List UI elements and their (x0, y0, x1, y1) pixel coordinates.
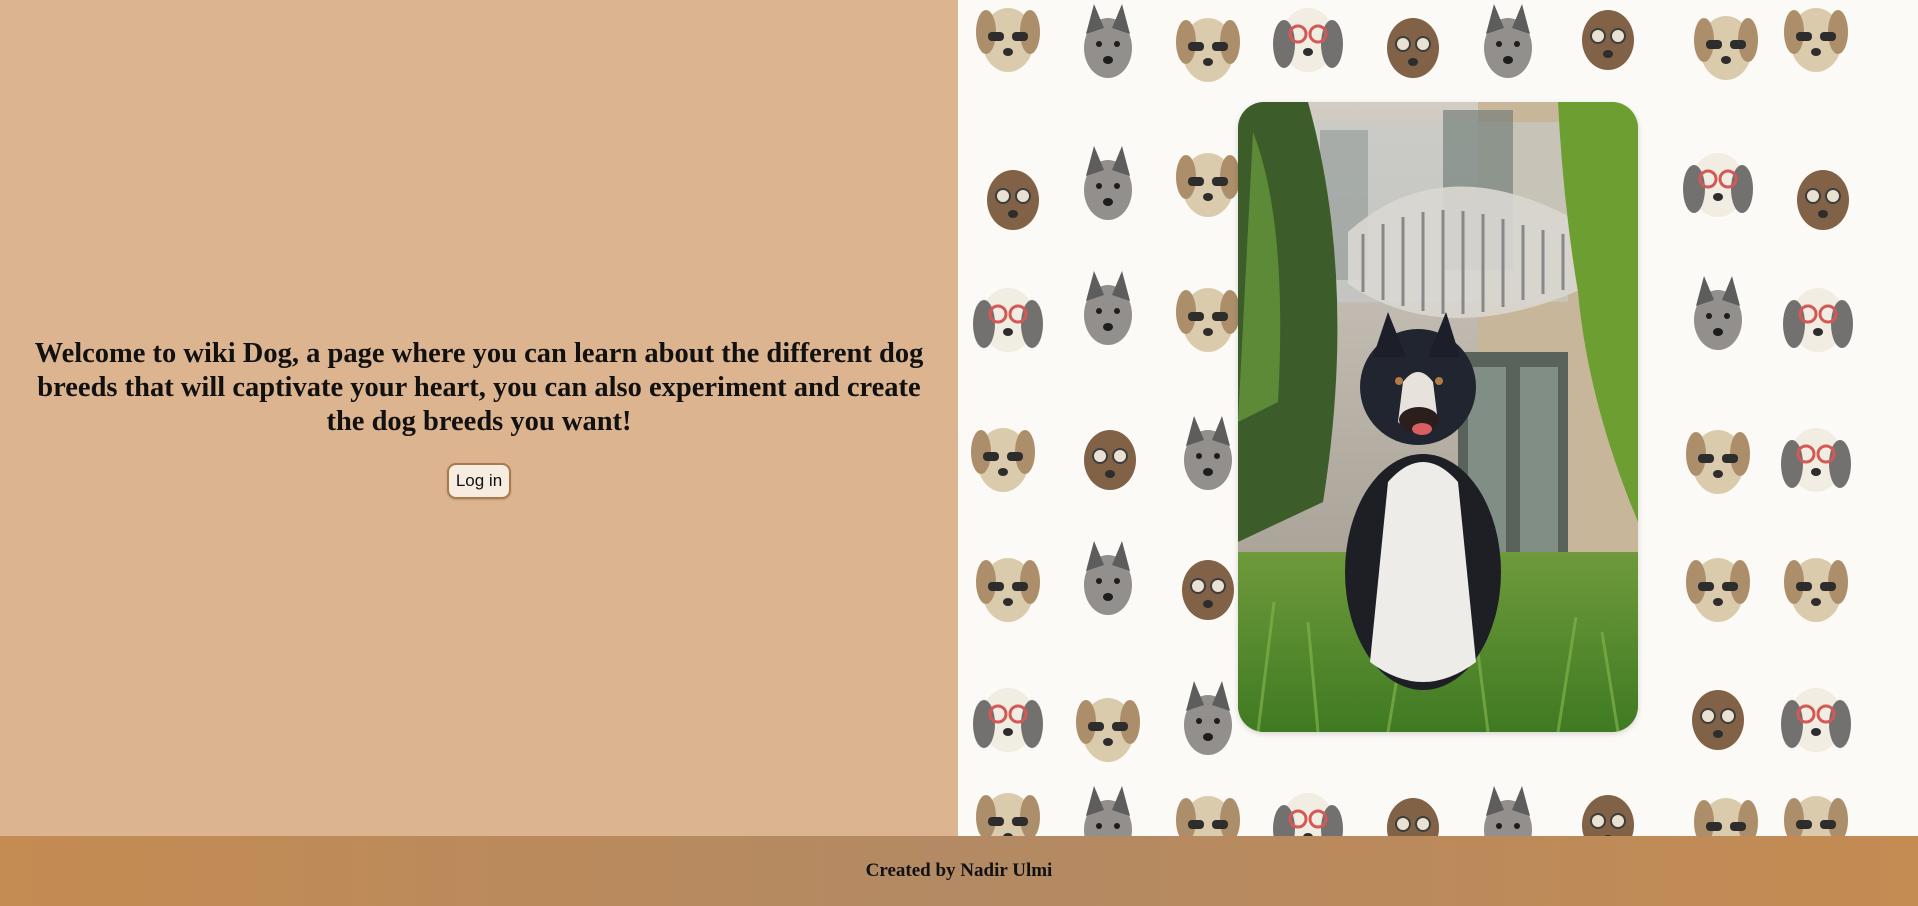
dog-photo (1238, 102, 1638, 732)
australian-shepherd-photo-icon (1238, 102, 1638, 732)
landing-page: Welcome to wiki Dog, a page where you ca… (0, 0, 1918, 836)
welcome-message: Welcome to wiki Dog, a page where you ca… (34, 338, 924, 437)
footer-credit: Created by Nadir Ulmi (865, 860, 1053, 881)
welcome-panel: Welcome to wiki Dog, a page where you ca… (0, 0, 958, 836)
footer: Created by Nadir Ulmi (0, 836, 1918, 906)
hero-panel (958, 0, 1918, 836)
login-button[interactable]: Log in (446, 463, 512, 499)
